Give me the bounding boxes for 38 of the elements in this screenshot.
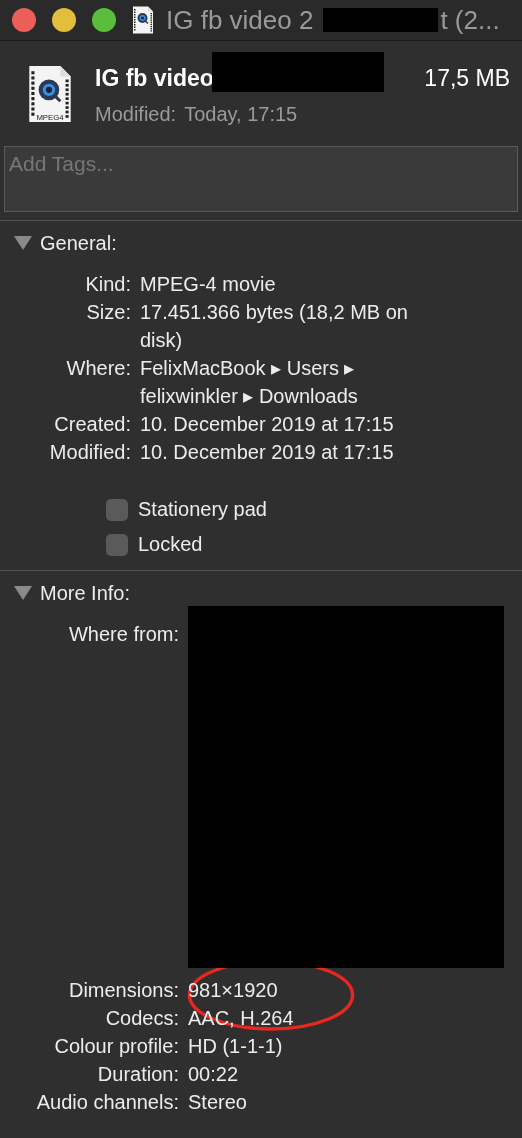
field-value: 10. December 2019 at 17:15 bbox=[140, 412, 395, 437]
checkbox[interactable] bbox=[106, 498, 128, 521]
window-title: IG fb video 2 bbox=[166, 4, 314, 36]
field-value: 00:22 bbox=[188, 1062, 240, 1087]
field-label: Dimensions: bbox=[67, 978, 179, 1003]
field-label: Audio channels: bbox=[35, 1090, 179, 1115]
field-value: 17.451.366 bytes (18,2 MB on disk) bbox=[140, 300, 409, 353]
field-value: Stereo bbox=[188, 1090, 248, 1115]
minimize-button[interactable] bbox=[52, 8, 76, 32]
field-label: Codecs: bbox=[104, 1006, 179, 1031]
section-title[interactable]: General: bbox=[40, 231, 117, 255]
field-value: HD (1-1-1) bbox=[188, 1034, 284, 1059]
checkbox[interactable] bbox=[106, 533, 128, 556]
field-label: Created: bbox=[53, 412, 131, 437]
file-name: IG fb video bbox=[95, 64, 214, 92]
field-label: Kind: bbox=[84, 272, 131, 297]
field-label: Where from: bbox=[67, 622, 179, 647]
tags-field[interactable]: Add Tags... bbox=[4, 146, 518, 212]
checkbox-label[interactable]: Locked bbox=[138, 533, 203, 556]
checkbox-label[interactable]: Stationery pad bbox=[138, 498, 267, 521]
field-value: MPEG-4 movie bbox=[140, 272, 277, 297]
field-label: Size: bbox=[85, 300, 131, 325]
modified-label: Modified: bbox=[95, 103, 177, 126]
field-label: Modified: bbox=[48, 440, 131, 465]
zoom-button[interactable] bbox=[92, 8, 116, 32]
field-value: FelixMacBook ▸ Users ▸ felixwinkler ▸ Downloads bbox=[140, 356, 359, 409]
disclosure-triangle-icon[interactable] bbox=[14, 236, 32, 250]
close-button[interactable] bbox=[12, 8, 36, 32]
file-size: 17,5 MB bbox=[424, 64, 511, 92]
movie-file-icon bbox=[132, 6, 154, 34]
disclosure-triangle-icon[interactable] bbox=[14, 586, 32, 600]
section-title[interactable]: More Info: bbox=[40, 581, 131, 605]
field-value: 10. December 2019 at 17:15 bbox=[140, 440, 395, 465]
modified-date: Today, 17:15 bbox=[184, 103, 298, 126]
window-title: t (2... bbox=[440, 4, 500, 36]
field-label: Colour profile: bbox=[53, 1034, 179, 1059]
field-label: Where: bbox=[65, 356, 131, 381]
field-label: Duration: bbox=[96, 1062, 179, 1087]
